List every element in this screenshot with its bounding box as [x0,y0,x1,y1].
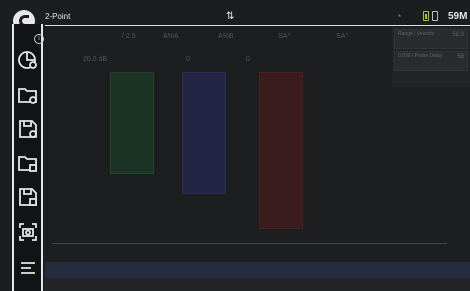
gate-a[interactable] [110,72,154,174]
storage-indicator: 59M [448,11,468,22]
toolbar-item[interactable]: SA^ [278,33,291,40]
screenshot-icon[interactable] [17,221,39,243]
probe-delay-label: 0.000 / Probe Delay [398,53,443,59]
info-icon[interactable]: i [34,34,44,44]
range-value: 58.0 [452,32,464,38]
battery-2-icon [432,11,438,21]
bottom-bar [45,278,470,291]
field-2[interactable]: 0 [186,56,190,63]
open-data-folder-icon[interactable] [17,152,39,174]
battery-icon [423,11,429,21]
range-box[interactable]: Range / Velocity 58.0 [394,29,468,49]
gain-value[interactable]: 20.0 dB [83,56,107,63]
toolbar-item[interactable]: / 2.5 [122,33,136,40]
status-divider [45,25,470,26]
field-3[interactable]: 0 [246,56,250,63]
toolbar-item[interactable]: A%B [218,33,234,40]
range-label: Range / Velocity [398,31,435,37]
toolbar-item[interactable]: SA^ [336,33,349,40]
open-setup-folder-icon[interactable] [17,84,39,106]
mode-label: 2-Point [45,12,71,21]
probe-delay-value: 58 [457,54,464,60]
toolbar-item[interactable]: A%A [163,33,179,40]
wifi-icon: ◔ [396,11,402,21]
gate-b[interactable] [182,72,226,194]
calibration-wizard-icon[interactable] [17,49,39,71]
save-setup-icon[interactable] [17,118,39,140]
device-screen: / 2.5 A%A A%B SA^ SA^ 20.0 dB 0 0 Range … [0,0,470,291]
menu-icon[interactable] [17,257,39,279]
hint-bar [45,262,470,278]
save-data-icon[interactable] [17,186,39,208]
x-axis [52,243,447,244]
sync-arrows-icon: ⇅ [226,11,235,22]
probe-delay-box[interactable]: 0.000 / Probe Delay 58 [394,51,468,71]
gate-i[interactable] [259,72,303,229]
